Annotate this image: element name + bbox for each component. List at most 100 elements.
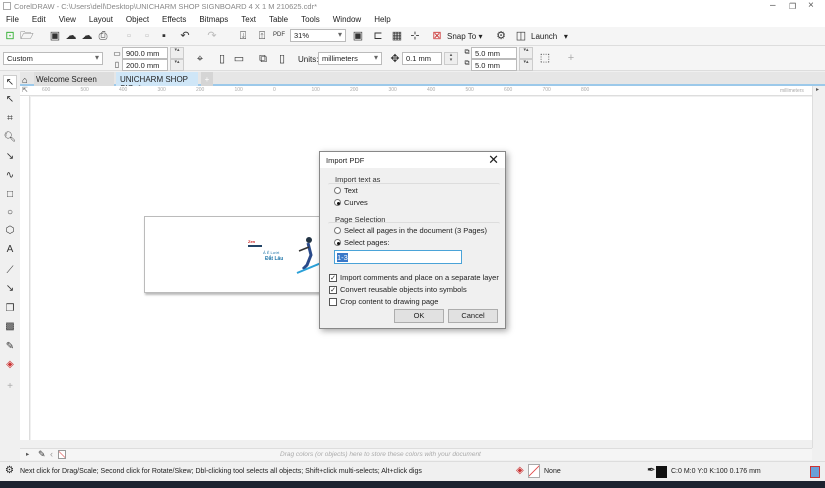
full-screen-icon[interactable]: ▣ — [351, 29, 365, 43]
current-page-icon[interactable]: ▯ — [275, 52, 289, 66]
polygon-tool-icon[interactable]: ⬡ — [3, 224, 17, 238]
artistic-media-icon[interactable]: ∿ — [3, 169, 17, 183]
options-gear-icon[interactable]: ⚙ — [494, 29, 508, 43]
close-button[interactable]: × — [808, 0, 814, 11]
show-guidelines-icon[interactable]: ⊹ — [408, 29, 422, 43]
dialog-close-icon[interactable]: ✕ — [488, 152, 499, 168]
menu-help[interactable]: Help — [368, 13, 397, 27]
color-palette[interactable]: ▸ — [812, 86, 825, 448]
menu-view[interactable]: View — [53, 13, 83, 27]
undo-icon[interactable]: ↶ — [178, 29, 192, 43]
checkbox-import-comments[interactable]: ✓ Import comments and place on a separate… — [329, 273, 499, 282]
radio-all-pages[interactable]: Select all pages in the document (3 Page… — [334, 226, 487, 235]
fill-icon[interactable]: ◈ — [516, 465, 524, 476]
snap-to-dropdown[interactable]: Snap To ▾ — [447, 32, 482, 41]
tab-welcome-screen[interactable]: Welcome Screen — [34, 72, 114, 86]
redo-icon[interactable]: ↷ — [205, 29, 219, 43]
duplicate-y-spinner[interactable]: ▾▴ — [519, 59, 533, 71]
radio-curves-indicator[interactable] — [334, 199, 341, 206]
interactive-fill-icon[interactable]: ◈ — [3, 358, 17, 372]
eyedropper-icon[interactable]: ✎ — [3, 340, 17, 354]
palette-scroll-icon[interactable]: ▸ — [816, 86, 819, 93]
page-height-spinner[interactable]: ▾▴ — [170, 59, 184, 71]
show-rulers-icon[interactable]: ⊏ — [371, 29, 385, 43]
pages-input[interactable]: 1-3 — [334, 250, 462, 264]
save-icon[interactable]: ▣ — [48, 29, 62, 43]
snap-off-icon[interactable]: ⊠ — [430, 29, 444, 43]
menu-window[interactable]: Window — [327, 13, 368, 27]
cloud-download-icon[interactable]: ☁ — [64, 29, 78, 43]
copy-icon[interactable]: ▫ — [140, 29, 154, 43]
ok-button[interactable]: OK — [394, 309, 444, 323]
radio-text-indicator[interactable] — [334, 187, 341, 194]
menu-text[interactable]: Text — [235, 13, 263, 27]
connector-tool-icon[interactable]: ↘ — [3, 282, 17, 296]
page-width-spinner[interactable]: ▾▴ — [170, 47, 184, 59]
cloud-upload-icon[interactable]: ☁ — [80, 29, 94, 43]
radio-curves[interactable]: Curves — [334, 198, 368, 207]
restore-button[interactable]: ❐ — [789, 2, 796, 11]
treat-as-filled-icon[interactable]: ⬚ — [538, 51, 552, 65]
new-tab-button[interactable]: + — [201, 72, 213, 86]
horizontal-ruler[interactable]: ⇱ 600 500 400 300 200 100 0 100 200 300 400 500 600 7… — [20, 86, 825, 96]
transparency-icon[interactable]: ▩ — [3, 320, 17, 334]
import-icon[interactable]: ⍗ — [236, 29, 250, 43]
export-icon[interactable]: ⍐ — [255, 29, 269, 43]
launch-dropdown[interactable]: Launch ▾ — [531, 32, 568, 41]
checkbox-convert-symbols-box[interactable]: ✓ — [329, 285, 337, 294]
page-size-icon[interactable]: ⌖ — [193, 52, 207, 66]
new-document-icon[interactable]: ⊡ — [3, 29, 17, 43]
paste-icon[interactable]: ▪ — [157, 29, 171, 43]
cancel-button[interactable]: Cancel — [448, 309, 498, 323]
radio-all-pages-indicator[interactable] — [334, 227, 341, 234]
freehand-tool-icon[interactable]: ↘ — [3, 150, 17, 164]
shape-tool-icon[interactable]: ↖ — [3, 93, 17, 107]
radio-select-pages-indicator[interactable] — [334, 239, 341, 246]
menu-file[interactable]: File — [0, 13, 26, 27]
vertical-ruler[interactable] — [20, 96, 30, 440]
minimize-button[interactable]: – — [770, 0, 776, 11]
tab-unicharm-document[interactable]: UNICHARM SHOP SIG..* — [116, 72, 198, 93]
page-height-input[interactable]: 200.0 mm — [122, 59, 168, 71]
duplicate-x-spinner[interactable]: ▾▴ — [519, 47, 533, 59]
cut-icon[interactable]: ▫ — [122, 29, 136, 43]
checkbox-convert-symbols[interactable]: ✓ Convert reusable objects into symbols — [329, 285, 467, 294]
menu-bitmaps[interactable]: Bitmaps — [193, 13, 235, 27]
radio-select-pages[interactable]: Select pages: — [334, 238, 389, 247]
parallel-dimension-icon[interactable]: ⟋ — [3, 264, 17, 278]
page-preset-dropdown[interactable]: Custom — [3, 52, 103, 65]
landscape-icon[interactable]: ▭ — [232, 52, 246, 66]
ellipse-tool-icon[interactable]: ○ — [3, 206, 17, 220]
color-proof-icon[interactable] — [810, 466, 820, 478]
all-pages-icon[interactable]: ⧉ — [256, 52, 270, 66]
duplicate-y-input[interactable]: 5.0 mm — [471, 59, 517, 71]
checkbox-crop-content[interactable]: Crop content to drawing page — [329, 297, 438, 306]
nudge-spinner[interactable]: ▴ ▾ — [444, 52, 458, 65]
add-tool-icon[interactable]: + — [3, 380, 17, 394]
checkbox-crop-content-box[interactable] — [329, 297, 337, 306]
show-grid-icon[interactable]: ▦ — [390, 29, 404, 43]
ruler-origin-icon[interactable]: ⇱ — [22, 86, 28, 94]
rectangle-tool-icon[interactable]: □ — [3, 188, 17, 202]
eyedropper-palette-icon[interactable]: ✎ — [38, 449, 46, 460]
duplicate-x-input[interactable]: 5.0 mm — [471, 47, 517, 59]
radio-text[interactable]: Text — [334, 186, 358, 195]
drawing-page[interactable]: Zen Ả Ẻ Lướt Đắt Lâu — [144, 216, 321, 293]
menu-tools[interactable]: Tools — [295, 13, 327, 27]
open-icon[interactable]: 🗁 — [20, 29, 34, 43]
no-color-swatch[interactable] — [58, 450, 66, 459]
text-tool-icon[interactable]: A — [3, 243, 17, 257]
page-width-input[interactable]: 900.0 mm — [122, 47, 168, 59]
drop-shadow-icon[interactable]: ❐ — [3, 302, 17, 316]
publish-pdf-icon[interactable]: PDF — [272, 28, 286, 42]
home-icon[interactable]: ⌂ — [22, 72, 27, 86]
portrait-icon[interactable]: ▯ — [215, 52, 229, 66]
checkbox-import-comments-box[interactable]: ✓ — [329, 273, 337, 282]
menu-table[interactable]: Table — [263, 13, 295, 27]
fill-swatch[interactable] — [528, 464, 540, 478]
menu-layout[interactable]: Layout — [83, 13, 120, 27]
crop-tool-icon[interactable]: ⌗ — [3, 112, 17, 126]
menu-object[interactable]: Object — [120, 13, 156, 27]
launch-icon[interactable]: ◫ — [514, 29, 528, 43]
zoom-tool-icon[interactable]: 🔍︎ — [3, 131, 17, 145]
